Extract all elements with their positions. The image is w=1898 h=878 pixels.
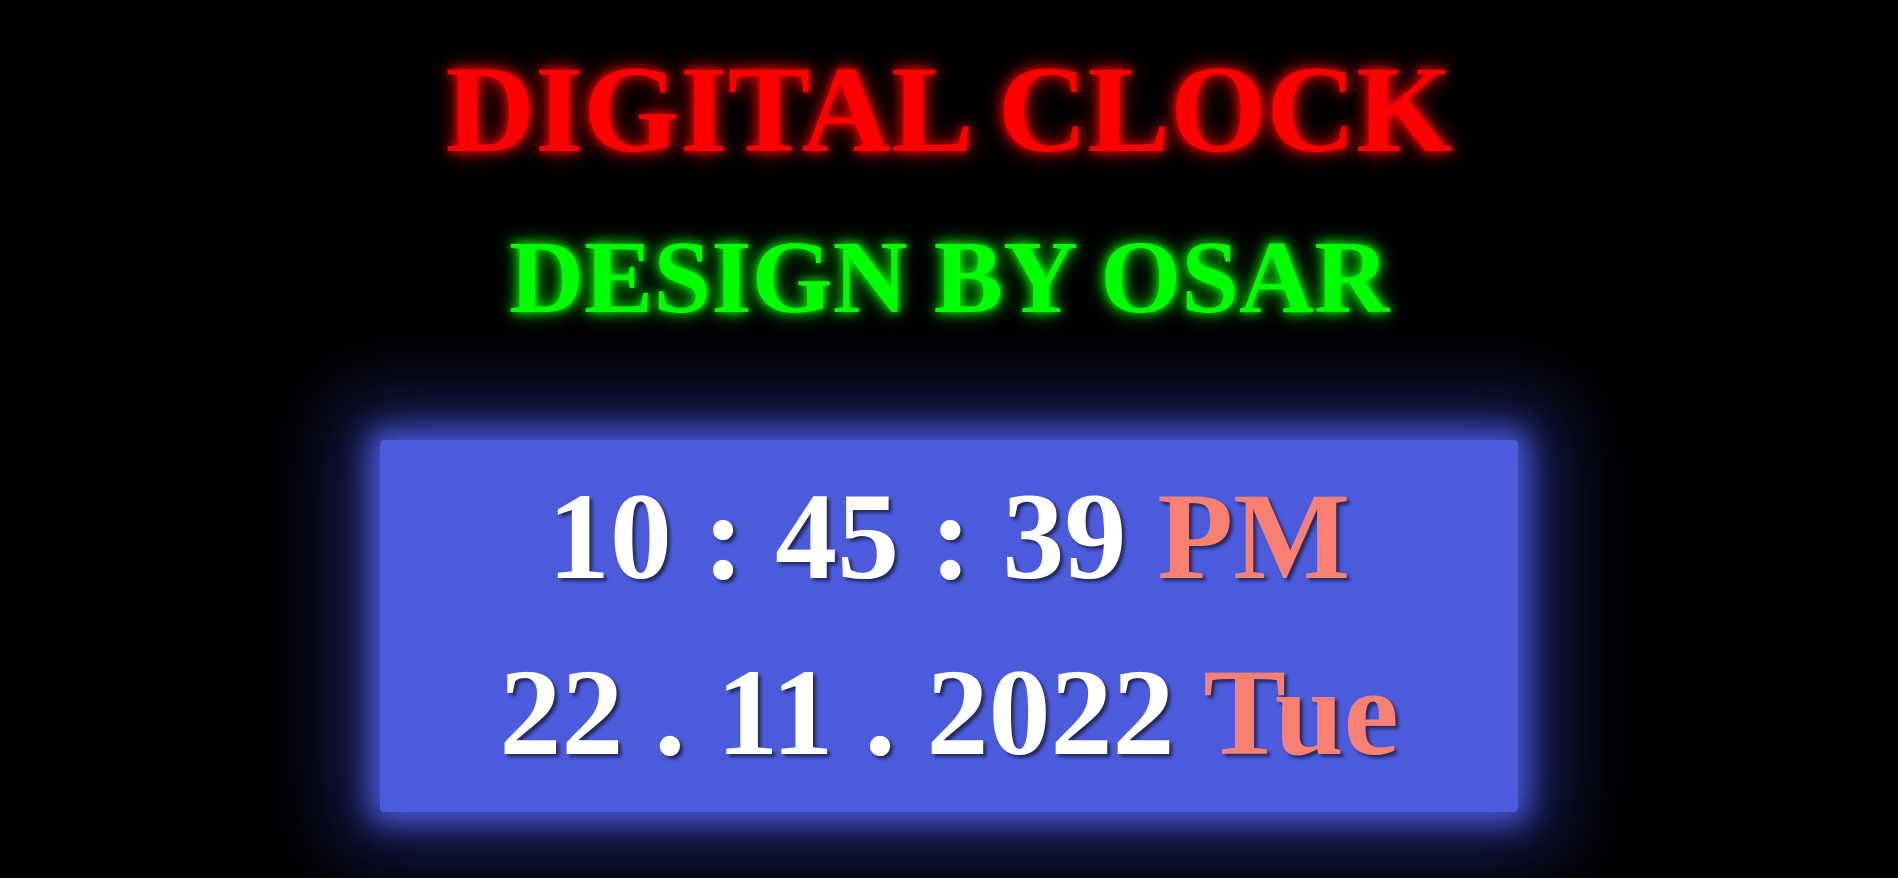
hours-value: 10: [547, 468, 672, 605]
year-value: 2022: [926, 644, 1175, 781]
seconds-value: 39: [1002, 468, 1127, 605]
date-separator: .: [864, 644, 896, 781]
meridiem-value: PM: [1157, 468, 1351, 605]
page-subtitle: DESIGN BY OSAR: [508, 220, 1390, 335]
clock-panel: 10 : 45 : 39 PM 22 . 11 . 2022 Tue: [380, 440, 1518, 812]
page-title: DIGITAL CLOCK: [445, 41, 1453, 178]
page: DIGITAL CLOCK DESIGN BY OSAR 10 : 45 : 3…: [0, 0, 1898, 878]
time-separator: :: [930, 468, 972, 605]
time-display: 10 : 45 : 39 PM: [380, 462, 1518, 612]
month-value: 11: [716, 644, 834, 781]
time-separator: :: [702, 468, 745, 605]
date-display: 22 . 11 . 2022 Tue: [380, 638, 1518, 788]
weekday-value: Tue: [1203, 644, 1399, 781]
date-separator: .: [654, 644, 686, 781]
day-value: 22: [499, 644, 624, 781]
minutes-value: 45: [775, 468, 900, 605]
